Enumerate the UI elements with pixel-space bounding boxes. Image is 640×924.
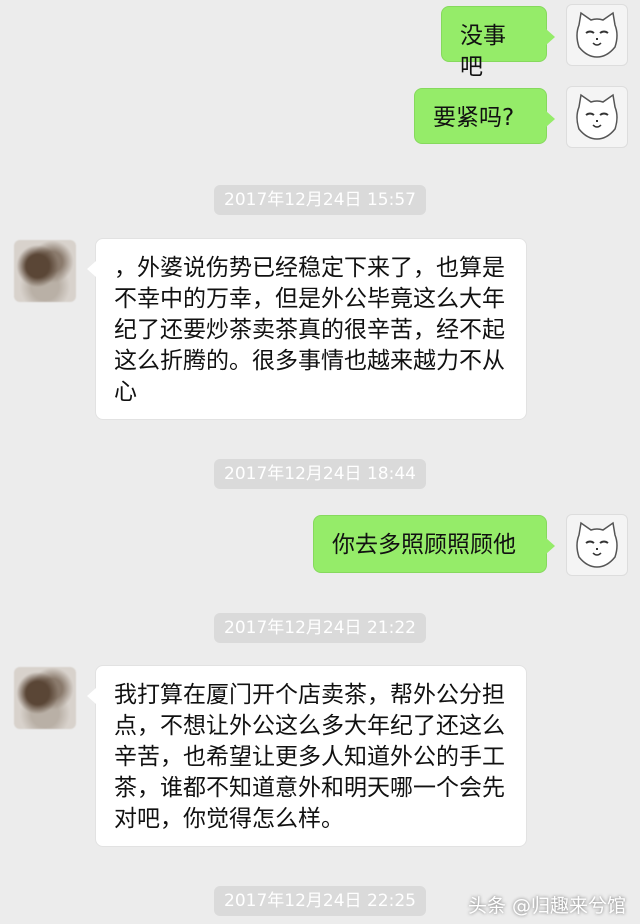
message-text: 要紧吗? — [433, 105, 515, 131]
message-bubble-outgoing[interactable]: 没事吧 — [441, 6, 555, 80]
timestamp: 2017年12月24日 18:44 — [214, 459, 426, 489]
my-avatar[interactable] — [566, 514, 628, 576]
timestamp: 2017年12月24日 21:22 — [214, 613, 426, 643]
my-avatar[interactable] — [566, 86, 628, 148]
my-avatar[interactable] — [566, 4, 628, 66]
timestamp: 2017年12月24日 22:25 — [214, 886, 426, 916]
contact-avatar[interactable] — [14, 240, 76, 302]
message-text: 你去多照顾照顾他 — [332, 532, 516, 558]
message-text: 没事吧 — [460, 23, 506, 80]
watermark: 头条 @归趣来兮馆 — [467, 895, 626, 917]
cat-face-icon — [576, 521, 618, 568]
message-text: 我打算在厦门开个店卖茶，帮外公分担点，不想让外公这么多大年纪了还这么辛苦，也希望… — [114, 682, 505, 832]
message-bubble-outgoing[interactable]: 你去多照顾照顾他 — [313, 515, 555, 573]
cat-face-icon — [576, 93, 618, 140]
timestamp: 2017年12月24日 15:57 — [214, 185, 426, 215]
message-text: ，外婆说伤势已经稳定下来了，也算是不幸中的万幸，但是外公毕竟这么大年纪了还要炒茶… — [114, 255, 505, 405]
cat-face-icon — [576, 11, 618, 58]
message-bubble-outgoing[interactable]: 要紧吗? — [414, 88, 555, 144]
contact-avatar[interactable] — [14, 667, 76, 729]
message-bubble-incoming[interactable]: 我打算在厦门开个店卖茶，帮外公分担点，不想让外公这么多大年纪了还这么辛苦，也希望… — [87, 665, 527, 847]
message-bubble-incoming[interactable]: ，外婆说伤势已经稳定下来了，也算是不幸中的万幸，但是外公毕竟这么大年纪了还要炒茶… — [87, 238, 527, 420]
